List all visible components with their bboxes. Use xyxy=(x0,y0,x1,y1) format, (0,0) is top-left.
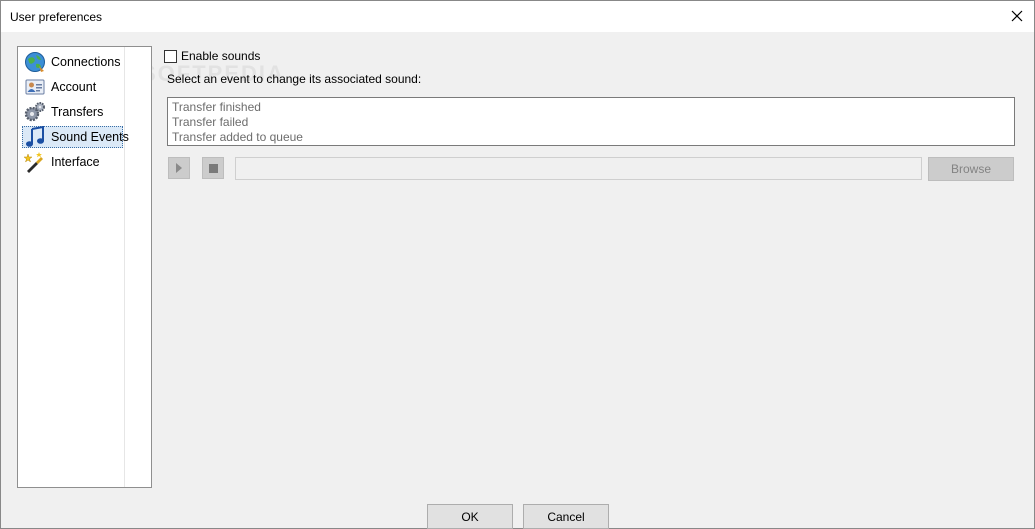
category-sidebar: Connections Account Transfers Sound Even… xyxy=(17,46,152,488)
ok-button[interactable]: OK xyxy=(427,504,513,529)
play-icon xyxy=(176,163,182,173)
instruction-text: Select an event to change its associated… xyxy=(167,72,422,86)
sound-events-list[interactable]: Transfer finished Transfer failed Transf… xyxy=(167,97,1015,146)
close-icon xyxy=(1011,10,1023,22)
sidebar-item-interface[interactable]: Interface xyxy=(22,151,123,173)
title-bar: User preferences xyxy=(1,1,1034,32)
sidebar-item-label: Account xyxy=(51,80,97,94)
enable-sounds-label: Enable sounds xyxy=(181,49,261,63)
close-button[interactable] xyxy=(1000,1,1034,31)
sidebar-item-sound-events[interactable]: Sound Events xyxy=(22,126,129,148)
sidebar-item-connections[interactable]: Connections xyxy=(22,51,123,73)
music-note-icon xyxy=(26,126,44,147)
window-title: User preferences xyxy=(10,10,103,24)
enable-sounds-checkbox[interactable]: Enable sounds xyxy=(164,49,260,63)
contact-card-icon xyxy=(25,79,45,95)
sidebar-item-label: Sound Events xyxy=(51,130,129,144)
preferences-window: User preferences SOFTPEDIA Connections A… xyxy=(0,0,1035,529)
globe-icon xyxy=(25,52,45,72)
stop-icon xyxy=(208,163,218,173)
cancel-button[interactable]: Cancel xyxy=(523,504,609,529)
list-item[interactable]: Transfer added to queue xyxy=(168,130,1014,145)
paintbrush-icon xyxy=(24,152,43,173)
list-item[interactable]: Transfer failed xyxy=(168,115,1014,130)
browse-button[interactable]: Browse xyxy=(928,157,1014,181)
sidebar-item-label: Transfers xyxy=(51,105,104,119)
sound-file-path-field[interactable] xyxy=(235,157,922,180)
sidebar-item-label: Connections xyxy=(51,55,121,69)
stop-button[interactable] xyxy=(202,157,224,179)
sidebar-item-transfers[interactable]: Transfers xyxy=(22,101,123,123)
list-item[interactable]: Transfer finished xyxy=(168,100,1014,115)
sidebar-item-label: Interface xyxy=(51,155,100,169)
play-button[interactable] xyxy=(168,157,190,179)
sidebar-item-account[interactable]: Account xyxy=(22,76,123,98)
gears-icon xyxy=(24,102,45,122)
checkbox-box[interactable] xyxy=(164,49,177,63)
sidebar-divider xyxy=(124,47,125,487)
